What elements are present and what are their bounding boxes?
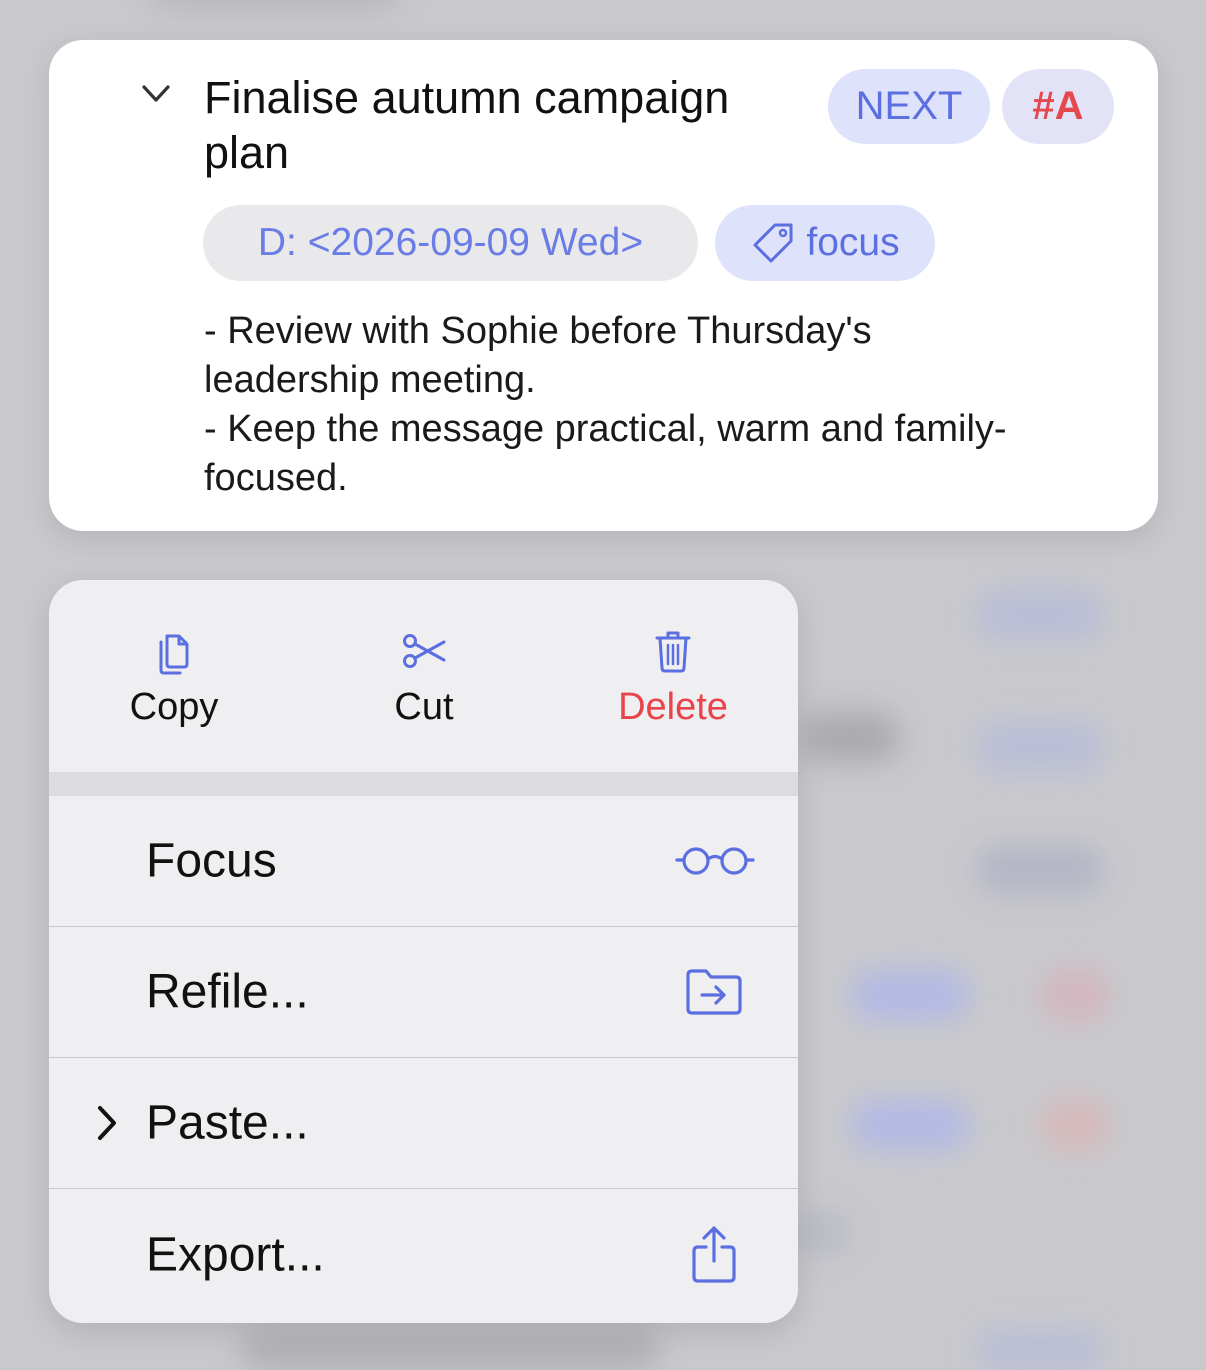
blurred-pill <box>240 1330 660 1370</box>
menu-item-focus[interactable]: Focus <box>49 796 798 927</box>
note-line: leadership meeting. <box>204 359 536 401</box>
blurred-pill <box>1040 1100 1110 1150</box>
task-card[interactable]: Finalise autumn campaign plan NEXT #A D:… <box>49 40 1158 531</box>
blurred-pill <box>150 0 400 10</box>
glasses-icon <box>675 847 755 875</box>
menu-item-label: Focus <box>146 834 277 888</box>
copy-button[interactable]: Copy <box>49 580 299 772</box>
quick-actions-row: Copy Cut Delete <box>49 580 798 772</box>
deadline-badge[interactable]: D: <2026-09-09 Wed> <box>203 205 698 281</box>
tag-badge[interactable]: focus <box>715 205 935 281</box>
folder-arrow-icon <box>686 969 742 1015</box>
chevron-down-icon[interactable] <box>139 82 173 106</box>
blurred-pill <box>1040 970 1110 1020</box>
trash-icon <box>655 631 691 673</box>
blurred-pill <box>975 845 1105 895</box>
todo-state-badge[interactable]: NEXT <box>828 69 990 144</box>
blurred-pill <box>975 1330 1105 1370</box>
task-title[interactable]: Finalise autumn campaign plan <box>204 70 804 180</box>
menu-item-label: Export... <box>146 1228 325 1281</box>
menu-item-label: Refile... <box>146 965 309 1019</box>
blurred-pill <box>850 1100 970 1150</box>
blurred-pill <box>800 712 900 762</box>
blurred-pill <box>850 970 970 1020</box>
menu-item-export[interactable]: Export... <box>49 1189 798 1320</box>
copy-icon <box>159 634 189 675</box>
note-line: - Review with Sophie before Thursday's <box>204 310 872 352</box>
note-line: - Keep the message practical, warm and f… <box>204 408 1007 450</box>
menu-item-label: Paste... <box>146 1096 309 1150</box>
note-line: focused. <box>204 457 348 499</box>
delete-button[interactable]: Delete <box>548 580 798 772</box>
copy-label: Copy <box>129 686 219 728</box>
menu-item-paste[interactable]: Paste... <box>49 1058 798 1189</box>
scissors-icon <box>403 634 446 668</box>
share-icon <box>692 1225 736 1283</box>
blurred-pill <box>975 722 1105 772</box>
menu-section-divider <box>49 772 798 796</box>
delete-label: Delete <box>618 686 728 728</box>
cut-label: Cut <box>394 686 454 728</box>
blurred-pill <box>790 1210 850 1255</box>
blurred-pill <box>975 590 1105 640</box>
context-menu: Copy Cut Delete Focus Refile... Paste...… <box>49 580 798 1323</box>
cut-button[interactable]: Cut <box>299 580 549 772</box>
tag-label: focus <box>806 221 900 264</box>
menu-item-refile[interactable]: Refile... <box>49 927 798 1058</box>
priority-badge[interactable]: #A <box>1002 69 1114 144</box>
chevron-right-icon <box>98 1106 116 1140</box>
task-notes: - Review with Sophie before Thursday's l… <box>204 307 1134 503</box>
tag-icon <box>753 223 793 263</box>
